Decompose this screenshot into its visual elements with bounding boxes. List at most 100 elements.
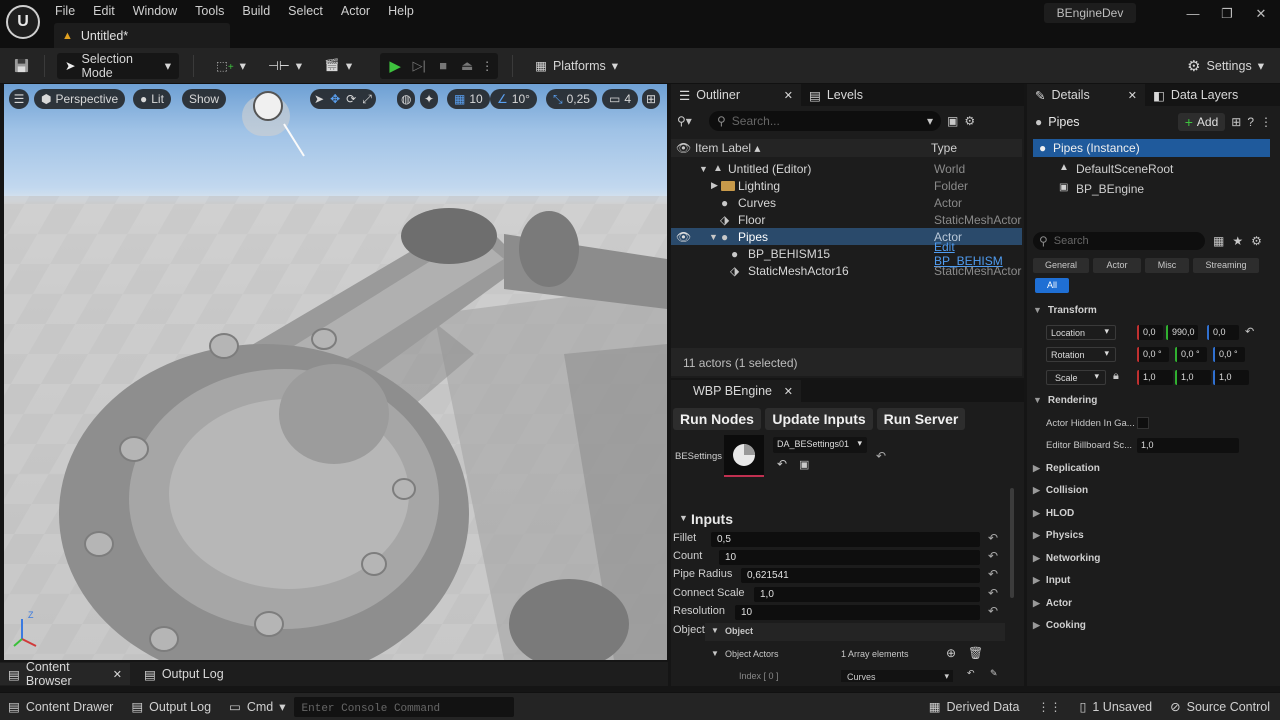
- scale-snap-button[interactable]: ⤡ 0,25: [546, 89, 597, 109]
- cinematics-button[interactable]: 🎬︎ ▾: [316, 53, 360, 79]
- table-view-icon[interactable]: ▦: [1213, 234, 1224, 248]
- col-type[interactable]: Type: [931, 141, 957, 155]
- scale-x[interactable]: 1,0: [1137, 370, 1173, 385]
- outliner-row[interactable]: ⬗ Floor StaticMeshActor: [671, 211, 1022, 228]
- menu-file[interactable]: File: [46, 1, 84, 21]
- outliner-row[interactable]: ● Curves Actor: [671, 194, 1022, 211]
- step-icon[interactable]: ▷|: [408, 58, 430, 74]
- outliner-row[interactable]: ▼ ▲ Untitled (Editor) World: [671, 160, 1022, 177]
- actor-hidden-checkbox[interactable]: [1137, 417, 1149, 429]
- rotation-z[interactable]: 0,0 °: [1213, 347, 1245, 362]
- asset-picker-dropdown[interactable]: DA_BESettings01 ▾: [773, 437, 867, 453]
- add-component-button[interactable]: + Add: [1177, 113, 1226, 131]
- select-tool-icon[interactable]: ➤: [314, 92, 324, 106]
- category-rendering[interactable]: ▼ Rendering: [1033, 395, 1097, 406]
- show-button[interactable]: Show: [182, 89, 227, 109]
- filter-actor[interactable]: Actor: [1093, 258, 1141, 273]
- scale-z[interactable]: 1,0: [1213, 370, 1249, 385]
- menu-window[interactable]: Window: [124, 1, 186, 21]
- console-command-input[interactable]: Enter Console Command: [293, 696, 514, 717]
- selection-mode-dropdown[interactable]: ➤ Selection Mode ▾: [57, 52, 179, 80]
- menu-actor[interactable]: Actor: [332, 1, 379, 21]
- reset-arrow-icon[interactable]: ↶: [988, 549, 998, 563]
- tab-wbp-bengine[interactable]: WBP BEngine ✕: [671, 380, 801, 402]
- blueprints-button[interactable]: ⊣⊢ ▾: [260, 53, 310, 79]
- expand-arrow-icon[interactable]: ▶: [711, 180, 718, 191]
- close-icon[interactable]: ✕: [113, 668, 122, 681]
- array-element-dropdown[interactable]: Curves ▾: [841, 670, 953, 682]
- input-value[interactable]: 1,0: [754, 587, 980, 602]
- derived-data-button[interactable]: ▦ Derived Data: [929, 699, 1020, 715]
- category-input[interactable]: ▶ Input: [1033, 575, 1070, 586]
- expand-arrow-icon[interactable]: ▼: [699, 164, 708, 174]
- lit-button[interactable]: ● Lit: [133, 89, 171, 109]
- location-y[interactable]: 990,0: [1166, 325, 1198, 340]
- browse-arrow-icon[interactable]: ↶: [967, 668, 975, 679]
- reset-arrow-icon[interactable]: ↶: [988, 586, 998, 600]
- category-cooking[interactable]: ▶ Cooking: [1033, 620, 1086, 631]
- content-drawer-button[interactable]: ▤ Content Drawer: [8, 699, 113, 715]
- tab-levels[interactable]: ▤ Levels: [801, 84, 871, 106]
- input-value[interactable]: 10: [719, 550, 980, 565]
- rotation-dropdown[interactable]: Rotation ▾: [1046, 347, 1116, 362]
- close-icon[interactable]: ✕: [784, 89, 793, 102]
- filter-general[interactable]: General: [1033, 258, 1089, 273]
- menu-help[interactable]: Help: [379, 1, 423, 21]
- tab-content-browser[interactable]: ▤ Content Browser ✕: [0, 660, 130, 688]
- level-viewport[interactable]: Z ☰ ⬢ Perspective ● Lit Show ➤ ✥ ⟳ ⤢ ◍ ✦ ▦…: [4, 84, 667, 660]
- reset-arrow-icon[interactable]: ↶: [988, 567, 998, 581]
- outliner-search-input[interactable]: ⚲ Search... ▾: [709, 111, 941, 131]
- category-transform[interactable]: ▼ Transform: [1033, 305, 1097, 316]
- save-icon[interactable]: [10, 55, 32, 77]
- surface-snap-button[interactable]: ✦: [420, 89, 439, 109]
- tab-outliner[interactable]: ☰ Outliner ✕: [671, 84, 801, 106]
- menu-select[interactable]: Select: [279, 1, 332, 21]
- rotation-x[interactable]: 0,0 °: [1137, 347, 1169, 362]
- star-icon[interactable]: ★: [1232, 234, 1243, 248]
- filter-all[interactable]: All: [1035, 278, 1069, 293]
- output-log-button[interactable]: ▤ Output Log: [131, 699, 211, 715]
- filter-streaming[interactable]: Streaming: [1193, 258, 1259, 273]
- actor-name[interactable]: Pipes: [1048, 115, 1079, 129]
- cmd-dropdown[interactable]: ▭ Cmd ▾: [229, 699, 286, 715]
- scale-dropdown[interactable]: Scale ▾: [1046, 370, 1106, 385]
- more-options-icon[interactable]: ⋮: [480, 59, 494, 73]
- category-hlod[interactable]: ▶ HLOD: [1033, 508, 1074, 519]
- outliner-row[interactable]: ▶ Lighting Folder: [671, 177, 1022, 194]
- menu-edit[interactable]: Edit: [84, 1, 124, 21]
- add-element-icon[interactable]: ⊕: [946, 646, 956, 660]
- object-group-header[interactable]: ▼ Object: [705, 623, 1005, 641]
- reset-arrow-icon[interactable]: ↶: [876, 449, 886, 463]
- component-row-selected[interactable]: ● Pipes (Instance): [1033, 139, 1270, 157]
- category-replication[interactable]: ▶ Replication: [1033, 463, 1100, 474]
- input-value[interactable]: 10: [735, 605, 980, 620]
- close-icon[interactable]: ✕: [784, 385, 793, 398]
- document-tab[interactable]: ▲ Untitled*: [54, 23, 230, 48]
- close-window-button[interactable]: ✕: [1251, 6, 1271, 22]
- use-selected-icon[interactable]: ▣: [799, 458, 809, 471]
- trash-icon[interactable]: 🗑︎: [968, 646, 983, 660]
- filter-icon[interactable]: ⚲▾: [677, 114, 703, 128]
- maximize-viewport-button[interactable]: ⊞: [642, 89, 661, 109]
- source-control-tools-icon[interactable]: ⋮⋮: [1037, 700, 1061, 714]
- unreal-logo-icon[interactable]: U: [6, 5, 40, 39]
- scale-y[interactable]: 1,0: [1175, 370, 1211, 385]
- help-icon[interactable]: ?: [1247, 115, 1254, 129]
- filter-misc[interactable]: Misc: [1145, 258, 1189, 273]
- rotate-tool-icon[interactable]: ⟳: [346, 92, 356, 106]
- location-dropdown[interactable]: Location ▾: [1046, 325, 1116, 340]
- tab-output-log[interactable]: ▤ Output Log: [130, 663, 232, 685]
- more-options-icon[interactable]: ⋮: [1260, 115, 1272, 129]
- location-z[interactable]: 0,0: [1207, 325, 1239, 340]
- rotation-y[interactable]: 0,0 °: [1175, 347, 1207, 362]
- run-nodes-button[interactable]: Run Nodes: [673, 408, 761, 430]
- category-physics[interactable]: ▶ Physics: [1033, 530, 1084, 541]
- billboard-scale-input[interactable]: 1,0: [1137, 438, 1239, 453]
- eject-icon[interactable]: ⏏: [456, 58, 478, 74]
- platforms-dropdown[interactable]: ▦ Platforms ▾: [527, 53, 626, 79]
- expand-arrow-icon[interactable]: ▼: [711, 649, 719, 658]
- tab-details[interactable]: ✎ Details ✕: [1027, 84, 1145, 106]
- visibility-eye-icon[interactable]: 👁︎: [676, 230, 691, 244]
- gear-icon[interactable]: ⚙: [1251, 234, 1262, 248]
- world-local-button[interactable]: ◍: [397, 89, 416, 109]
